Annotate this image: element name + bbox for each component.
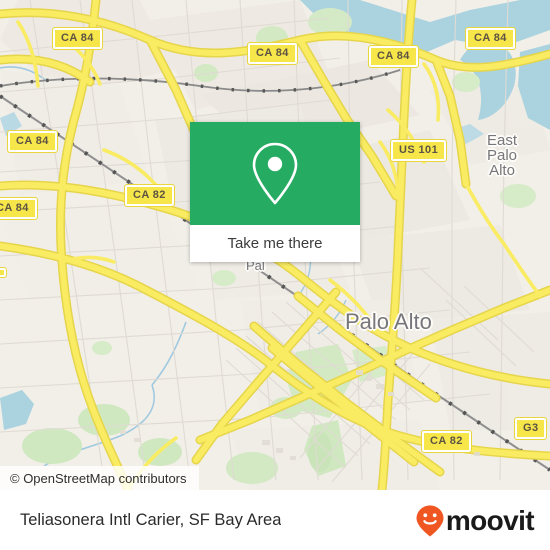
road-shield-ca82-1[interactable]: CA 82 (124, 184, 175, 207)
bottom-bar: Teliasonera Intl Carier, SF Bay Area moo… (0, 490, 550, 550)
city-label-line-1: East (487, 132, 518, 149)
road-shield-ca84-5[interactable]: CA 84 (7, 130, 58, 153)
card-pin-area (190, 122, 360, 225)
place-title: Teliasonera Intl Carier, SF Bay Area (20, 511, 282, 529)
road-shield-ca84-4[interactable]: CA 84 (465, 27, 516, 50)
osm-attribution[interactable]: © OpenStreetMap contributors (0, 466, 199, 490)
moovit-logo[interactable]: moovit (415, 504, 535, 538)
road-shield-ca84-1[interactable]: CA 84 (52, 27, 103, 50)
city-label-palo-alto: Palo Alto (345, 309, 432, 334)
road-shield-ca84-3[interactable]: CA 84 (368, 45, 419, 68)
road-shield-us101[interactable]: US 101 (389, 139, 448, 162)
map-canvas[interactable]: CA 84 CA 84 CA 84 CA 84 CA 84 US 101 CA … (0, 0, 550, 490)
road-shield-ca82-2[interactable]: CA 82 (421, 430, 472, 453)
city-label-line-2: Palo (487, 147, 518, 164)
location-pin-icon (252, 142, 298, 204)
city-label-line-3: Alto (489, 162, 515, 179)
moovit-pin-icon (416, 505, 444, 536)
take-me-there-card[interactable]: Take me there (190, 122, 360, 262)
city-label-east-palo-alto: East Palo Alto (487, 133, 517, 178)
road-shield-partial-left[interactable] (0, 267, 7, 278)
take-me-there-label[interactable]: Take me there (190, 225, 360, 262)
road-shield-ca84-2[interactable]: CA 84 (247, 42, 298, 65)
moovit-wordmark: moovit (445, 504, 535, 536)
road-shield-g3[interactable]: G3 (513, 417, 548, 440)
road-shield-ca84-6[interactable]: CA 84 (0, 197, 38, 220)
map-screen: CA 84 CA 84 CA 84 CA 84 CA 84 US 101 CA … (0, 0, 550, 550)
